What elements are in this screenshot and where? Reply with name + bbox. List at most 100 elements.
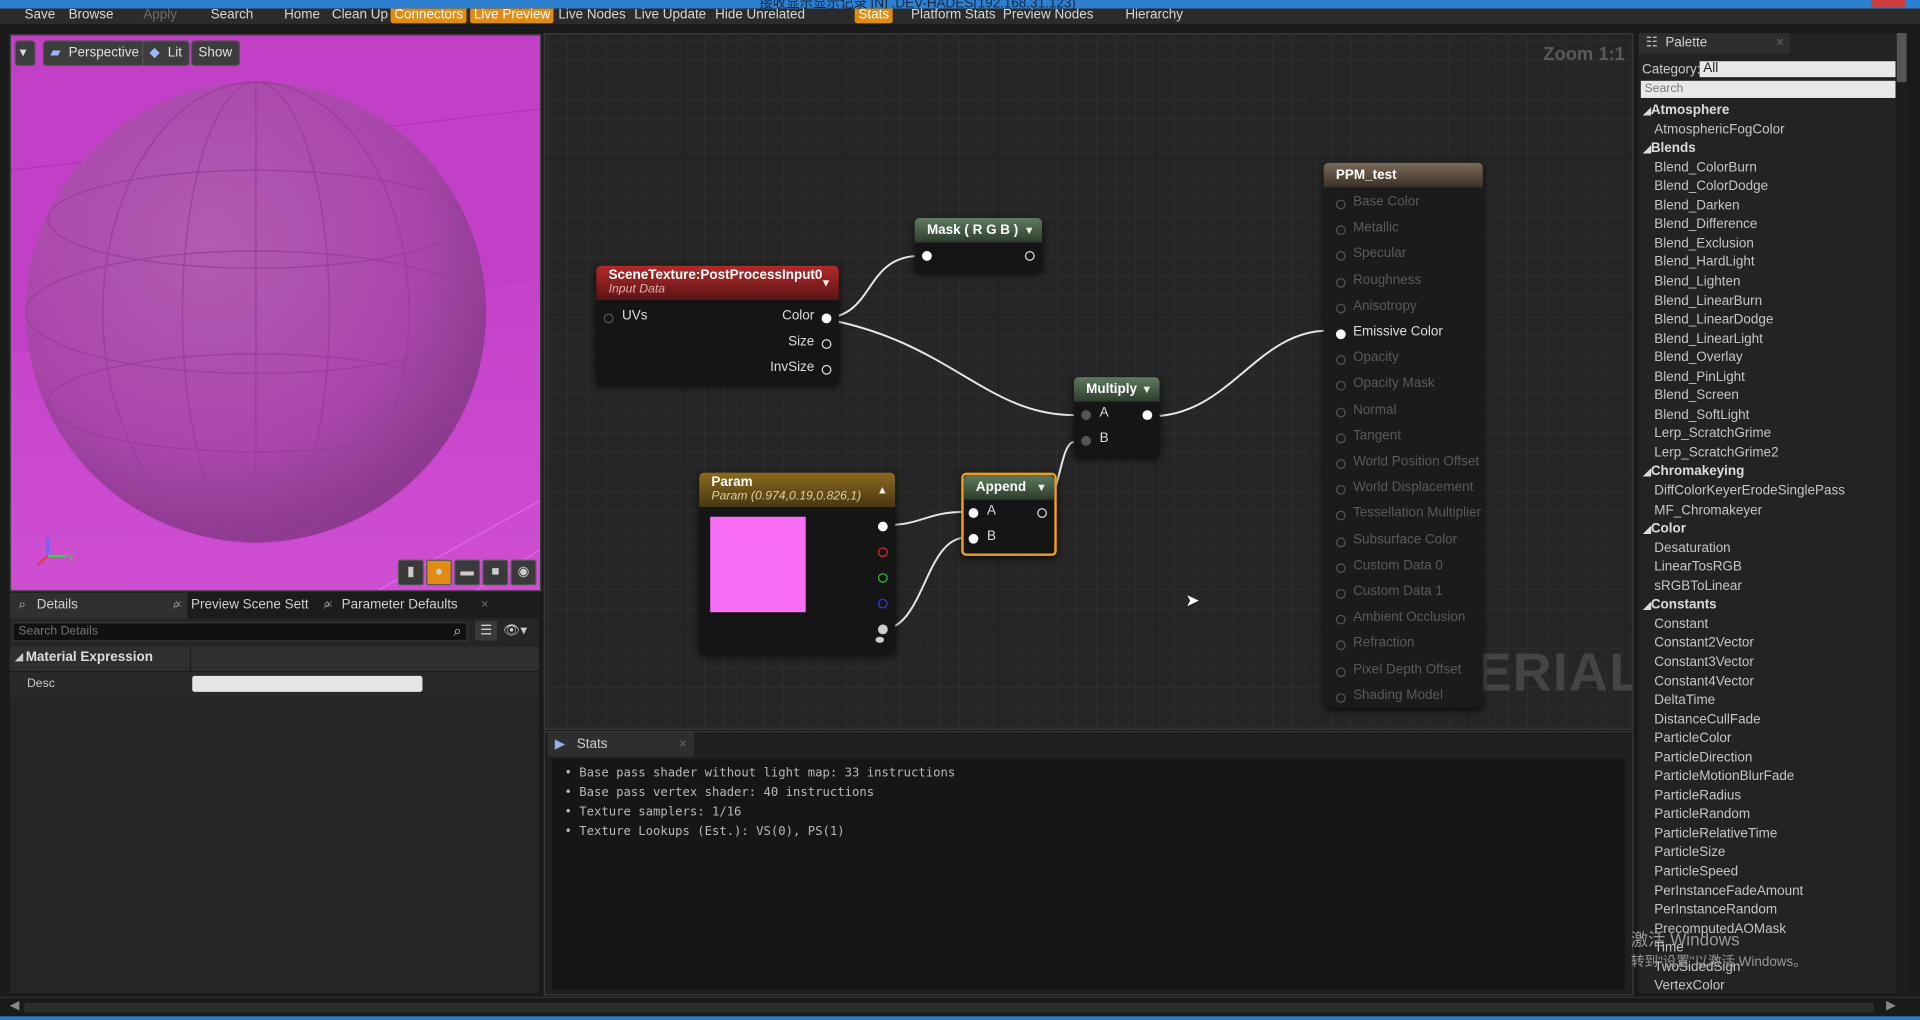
material-graph-canvas[interactable]: Zoom 1:1 MATERIAL SceneTexture:PostProce… [543,33,1634,730]
material-result-node[interactable]: PPM_test Base Color Metallic Specular Rough… [1323,162,1483,708]
result-pin[interactable] [1335,329,1346,340]
append-pin-b[interactable] [968,533,979,544]
close-window-button[interactable] [1871,0,1906,8]
toolbar-save-button[interactable]: Save [21,9,59,24]
palette-item[interactable]: Constant3Vector [1654,655,1754,670]
palette-item[interactable]: DeltaTime [1654,693,1715,708]
horizontal-scrollbar[interactable]: ◀ ▶ [0,996,1920,1018]
palette-item[interactable]: Constant4Vector [1654,674,1754,689]
palette-item[interactable]: PerInstanceRandom [1654,903,1777,918]
palette-item[interactable]: Blend_LinearDodge [1654,312,1773,327]
palette-item[interactable]: Blend_PinLight [1654,369,1745,384]
palette-item[interactable]: Blend_SoftLight [1654,408,1749,423]
result-pin[interactable] [1335,407,1346,418]
palette-item[interactable]: DiffColorKeyerErodeSinglePass [1654,484,1845,499]
toolbar-home-button[interactable]: Home [280,9,323,24]
horizontal-scroll-track[interactable] [24,1002,1874,1013]
perspective-button[interactable]: ▰ Perspective [42,40,147,67]
tab-details[interactable]: ⌕ Details × [9,592,188,619]
palette-item[interactable]: Blend_Exclusion [1654,236,1754,251]
result-pin[interactable] [1335,485,1346,495]
toolbar-platform-stats-toggle[interactable]: Platform Stats [907,9,999,24]
close-tab-icon[interactable]: × [1776,33,1784,54]
toolbar-hierarchy-toggle[interactable]: Hierarchy [1122,9,1187,24]
result-pin[interactable] [1335,251,1346,262]
tab-palette[interactable]: ☷ Palette × [1638,33,1791,54]
collapse-node-icon[interactable]: ▼ [1036,475,1047,499]
viewport-options-button[interactable]: ▾ [14,40,36,67]
param-node[interactable]: Param Param (0.974,0.19,0.826,1) ▲ [699,472,896,654]
category-select[interactable]: All [1699,61,1896,78]
tab-preview-scene-settings[interactable]: ⌕ Preview Scene Sett × [164,593,338,619]
toolbar-search-button[interactable]: Search [207,9,257,24]
palette-item[interactable]: AtmosphericFogColor [1654,122,1784,137]
palette-item[interactable]: ParticleRandom [1654,807,1750,822]
palette-item[interactable]: Blend_LinearLight [1654,331,1763,346]
param-r-output[interactable] [877,547,888,558]
preview-plane-icon[interactable]: ▬ [454,559,481,586]
preview-viewport[interactable]: Y ▾ ▰ Perspective ◆ Lit Show ▮ ● ▬ ■ ◉ [9,34,542,592]
scroll-left-icon[interactable]: ◀ [10,999,19,1012]
palette-search-input[interactable]: Search [1640,80,1896,98]
param-header[interactable]: Param Param (0.974,0.19,0.826,1) ▲ [699,472,896,507]
append-node[interactable]: Append ▼ A B [961,472,1057,556]
toolbar-live-update-toggle[interactable]: Live Update [631,9,710,24]
toolbar-apply-button[interactable]: Apply [140,9,181,24]
palette-category[interactable]: ◢Blends [1643,141,1695,156]
param-extra-pin[interactable] [875,636,885,643]
toolbar-live-preview-toggle[interactable]: Live Preview [470,8,554,24]
result-pin[interactable] [1335,692,1346,703]
palette-item[interactable]: VertexColor [1654,979,1724,993]
scene-texture-header[interactable]: SceneTexture:PostProcessInput0 Input Dat… [596,265,839,301]
multiply-pin-a[interactable] [1081,410,1092,421]
append-pin-a[interactable] [968,508,979,518]
palette-item[interactable]: Blend_ColorBurn [1654,160,1757,175]
collapse-node-icon[interactable]: ▼ [1024,218,1035,242]
append-header[interactable]: Append ▼ [963,475,1055,500]
palette-scrollbar[interactable] [1895,33,1908,994]
collapse-node-icon[interactable]: ▲ [877,478,888,502]
list-view-icon[interactable]: ☰ [475,620,498,641]
palette-item[interactable]: Blend_HardLight [1654,255,1754,270]
multiply-output-pin[interactable] [1142,410,1153,421]
palette-item[interactable]: Lerp_ScratchGrime2 [1654,446,1778,461]
result-pin[interactable] [1335,640,1346,651]
collapse-node-icon[interactable]: ▼ [1141,377,1152,401]
pin-color-output[interactable] [821,313,832,324]
palette-item[interactable]: ParticleMotionBlurFade [1654,769,1794,784]
palette-category[interactable]: ◢Atmosphere [1643,103,1729,118]
result-pin[interactable] [1335,614,1346,625]
pin-size-output[interactable] [821,339,832,349]
mask-output-pin[interactable] [1024,251,1035,261]
scroll-right-icon[interactable]: ▶ [1886,999,1895,1012]
result-pin[interactable] [1335,277,1346,288]
result-pin[interactable] [1335,588,1346,599]
result-pin[interactable] [1335,303,1346,314]
result-pin[interactable] [1335,459,1346,469]
toolbar-connectors-toggle[interactable]: Connectors [390,8,467,24]
close-tab-icon[interactable]: × [679,732,687,756]
palette-item[interactable]: MF_Chromakeyer [1654,503,1762,518]
preview-cube-icon[interactable]: ■ [482,559,509,586]
collapse-node-icon[interactable]: ▼ [821,271,832,295]
details-search-input[interactable]: Search Details ⌕ [12,622,468,642]
palette-item[interactable]: ParticleColor [1654,731,1731,746]
preview-sphere-icon[interactable]: ● [426,559,452,586]
palette-item[interactable]: Constant [1654,617,1708,632]
mask-node[interactable]: Mask ( R G B ) ▼ [914,217,1043,272]
palette-item[interactable]: Blend_ColorDodge [1654,179,1768,194]
tab-stats[interactable]: ▶ Stats × [547,732,695,757]
result-pin[interactable] [1335,666,1346,677]
material-result-header[interactable]: PPM_test [1323,162,1483,188]
toolbar-browse-button[interactable]: Browse [65,9,117,24]
palette-item[interactable]: ParticleRadius [1654,788,1741,803]
palette-item[interactable]: Desaturation [1654,541,1730,556]
palette-item[interactable]: Constant2Vector [1654,636,1754,651]
result-pin[interactable] [1335,355,1346,366]
tab-parameter-defaults[interactable]: ⌕ Parameter Defaults × [315,593,494,619]
param-b-output[interactable] [877,598,888,609]
result-pin[interactable] [1335,199,1346,210]
palette-item[interactable]: Blend_Overlay [1654,350,1742,365]
result-pin[interactable] [1335,225,1346,236]
toolbar-hide-unrelated-toggle[interactable]: Hide Unrelated [711,9,808,24]
